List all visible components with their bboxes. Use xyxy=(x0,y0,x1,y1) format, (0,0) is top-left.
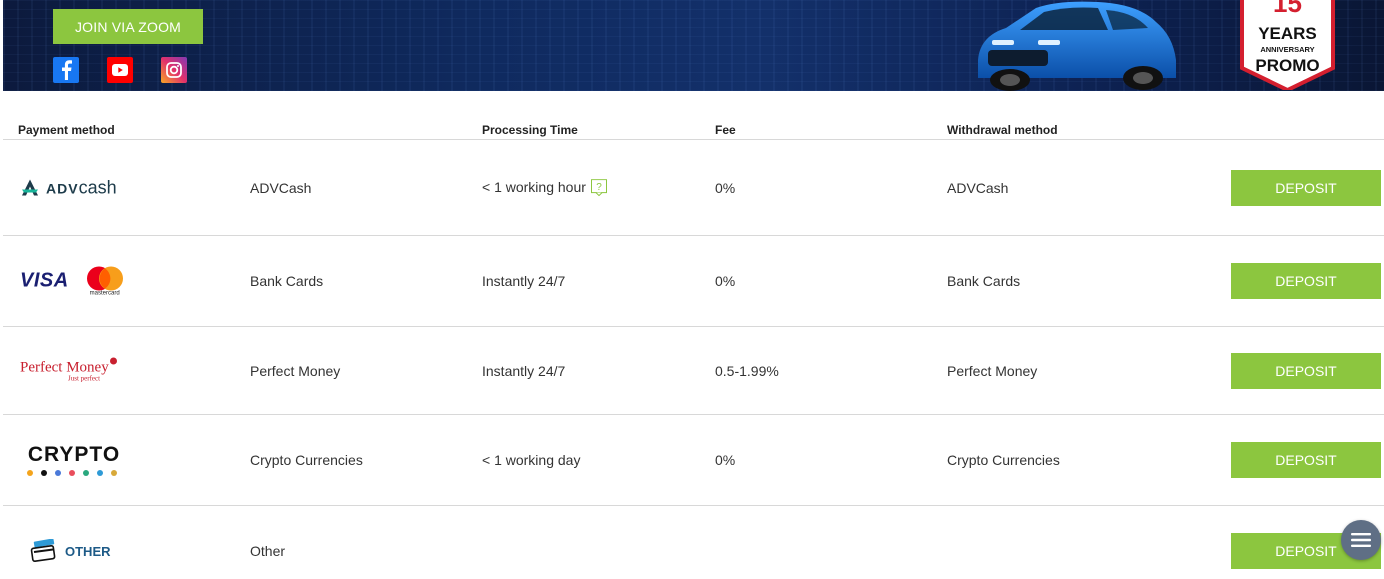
processing-time: Instantly 24/7 xyxy=(482,362,566,379)
pm-badge-icon xyxy=(109,357,117,364)
svg-text:?: ? xyxy=(596,182,602,193)
method-name: Other xyxy=(250,543,286,559)
deposit-button[interactable]: DEPOSIT xyxy=(1231,442,1381,478)
perfect-money-logo: Perfect Money Just perfect xyxy=(20,357,117,382)
processing-time: < 1 working hour ? xyxy=(482,179,607,197)
mastercard-logo: mastercard xyxy=(85,266,125,297)
header-payment-method: Payment method xyxy=(18,123,115,137)
withdrawal-method: ADVCash xyxy=(947,179,1009,196)
processing-time: Instantly 24/7 xyxy=(482,273,566,289)
withdrawal-method: Bank Cards xyxy=(947,273,1021,289)
payment-table-header: Payment method Processing Time Fee Withd… xyxy=(3,118,1384,140)
other-logo-text: OTHER xyxy=(65,543,111,559)
other-logo: OTHER xyxy=(30,539,111,563)
table-row: CRYPTO Crypto Currencies < 1 working day… xyxy=(3,415,1384,506)
deposit-button[interactable]: DEPOSIT xyxy=(1231,169,1381,206)
fee: 0.5-1.99% xyxy=(715,362,779,379)
deposit-button[interactable]: DEPOSIT xyxy=(1231,352,1381,389)
promo-line3: PROMO xyxy=(1255,56,1319,75)
table-row: OTHER Other DEPOSIT xyxy=(3,506,1384,579)
withdrawal-method: Perfect Money xyxy=(947,362,1038,379)
fee: 0% xyxy=(715,273,736,289)
header-fee: Fee xyxy=(715,123,736,137)
facebook-icon[interactable] xyxy=(53,57,79,83)
crypto-logo-text: CRYPTO xyxy=(27,443,121,466)
promo-banner: JOIN VIA ZOOM 15 YEARS ANNIVERSARY PROMO xyxy=(3,0,1384,91)
wallet-card-icon xyxy=(30,539,56,563)
car-image xyxy=(978,1,1176,91)
processing-time-text: < 1 working hour xyxy=(482,178,586,195)
visa-logo: VISA xyxy=(20,269,69,292)
perfect-money-logo-text: Perfect Money xyxy=(20,359,109,375)
promo-years: 15 xyxy=(1273,0,1302,18)
hamburger-icon xyxy=(1351,533,1371,547)
fee: 0% xyxy=(715,179,736,196)
table-row: ADVcash ADVCash < 1 working hour ? 0% AD… xyxy=(3,140,1384,236)
fee: 0% xyxy=(715,452,736,468)
method-name: ADVCash xyxy=(250,179,312,196)
table-row: VISA mastercard Bank Cards Instantly 24/… xyxy=(3,236,1384,327)
advcash-logo: ADVcash xyxy=(20,177,117,198)
table-row: Perfect Money Just perfect Perfect Money… xyxy=(3,327,1384,415)
advcash-mark-icon xyxy=(22,179,38,196)
withdrawal-method: Crypto Currencies xyxy=(947,452,1060,468)
promo-line1: YEARS xyxy=(1258,24,1317,43)
help-question-icon[interactable]: ? xyxy=(590,179,607,197)
processing-time: < 1 working day xyxy=(482,452,581,468)
deposit-button[interactable]: DEPOSIT xyxy=(1231,263,1381,299)
crypto-logo: CRYPTO xyxy=(26,443,122,477)
method-name: Bank Cards xyxy=(250,273,324,289)
anniversary-promo-badge: 15 YEARS ANNIVERSARY PROMO xyxy=(1240,0,1335,90)
instagram-icon[interactable] xyxy=(161,57,187,83)
youtube-icon[interactable] xyxy=(107,57,133,83)
method-name: Perfect Money xyxy=(250,362,341,379)
header-processing-time: Processing Time xyxy=(482,123,578,137)
join-via-zoom-button[interactable]: JOIN VIA ZOOM xyxy=(53,9,203,44)
method-name: Crypto Currencies xyxy=(250,452,363,468)
bank-cards-logo: VISA mastercard xyxy=(20,266,125,297)
promo-line2: ANNIVERSARY xyxy=(1260,45,1314,54)
menu-fab-button[interactable] xyxy=(1341,520,1381,560)
header-withdrawal-method: Withdrawal method xyxy=(947,123,1058,137)
crypto-dots-icon xyxy=(27,470,117,476)
